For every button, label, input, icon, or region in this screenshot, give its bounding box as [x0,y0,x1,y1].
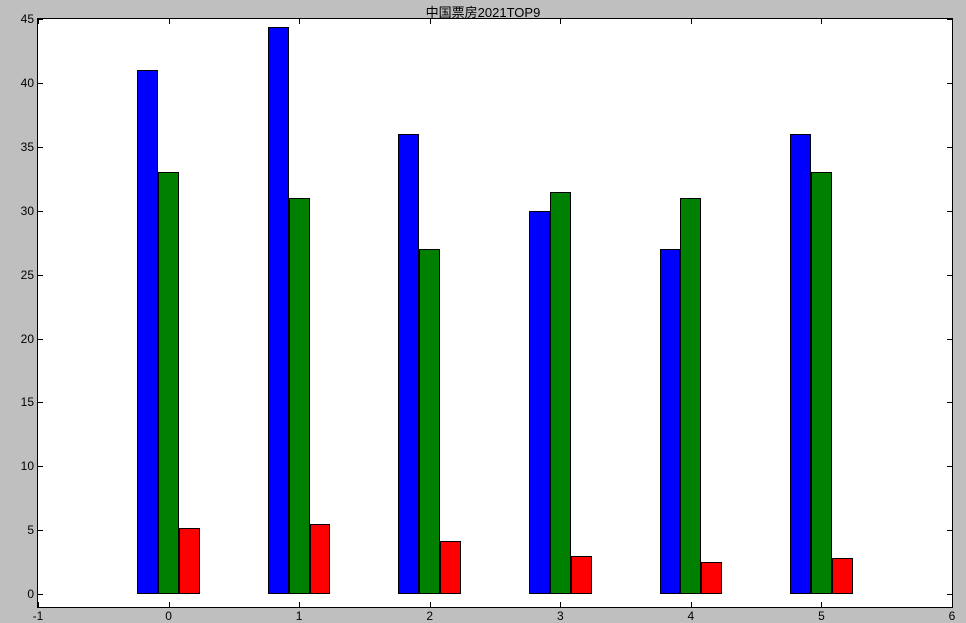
x-tick-label: 6 [949,609,956,623]
x-tick-label: 0 [165,609,172,623]
y-tick-mark [947,339,952,340]
x-tick-mark [691,602,692,607]
x-tick-mark [430,602,431,607]
y-tick-label: 5 [4,523,34,537]
bar-red [571,556,592,594]
bar-green [811,172,832,594]
bar-green [680,198,701,594]
bar-green [289,198,310,594]
x-tick-mark [169,602,170,607]
x-tick-mark [952,602,953,607]
y-tick-label: 35 [4,140,34,154]
y-tick-mark [38,211,43,212]
x-tick-mark [821,602,822,607]
bar-blue [790,134,811,594]
bar-blue [398,134,419,594]
y-tick-mark [38,83,43,84]
x-tick-mark [821,19,822,24]
bar-green [550,192,571,595]
x-tick-mark [299,602,300,607]
x-tick-mark [430,19,431,24]
bar-blue [268,27,289,595]
bar-blue [529,211,550,594]
y-tick-mark [947,402,952,403]
bar-red [440,541,461,595]
bar-red [310,524,331,594]
bar-red [832,558,853,594]
y-tick-label: 45 [4,12,34,26]
x-tick-mark [299,19,300,24]
plot-area [37,18,953,608]
bar-blue [660,249,681,594]
x-tick-label: 3 [557,609,564,623]
x-tick-mark [38,602,39,607]
bar-red [701,562,722,594]
x-tick-mark [560,602,561,607]
y-tick-mark [947,83,952,84]
y-tick-label: 15 [4,395,34,409]
y-tick-mark [38,339,43,340]
y-tick-mark [38,594,43,595]
x-tick-mark [691,19,692,24]
x-tick-label: 5 [818,609,825,623]
y-tick-mark [947,530,952,531]
y-tick-label: 30 [4,204,34,218]
bar-blue [137,70,158,594]
y-tick-mark [38,402,43,403]
x-tick-label: 2 [426,609,433,623]
bar-red [179,528,200,594]
y-tick-label: 40 [4,76,34,90]
x-tick-label: -1 [33,609,44,623]
x-tick-mark [560,19,561,24]
y-tick-label: 20 [4,332,34,346]
x-tick-mark [169,19,170,24]
y-tick-mark [947,147,952,148]
y-tick-mark [38,275,43,276]
y-tick-mark [947,275,952,276]
y-tick-label: 0 [4,587,34,601]
x-tick-mark [38,19,39,24]
y-tick-mark [38,147,43,148]
x-tick-label: 4 [688,609,695,623]
y-tick-label: 10 [4,459,34,473]
y-tick-mark [38,466,43,467]
y-tick-label: 25 [4,268,34,282]
y-tick-mark [947,466,952,467]
y-tick-mark [947,594,952,595]
bar-green [419,249,440,594]
x-tick-mark [952,19,953,24]
bar-green [158,172,179,594]
figure: 中国票房2021TOP9 051015202530354045-10123456 [0,0,966,623]
y-tick-mark [947,211,952,212]
y-tick-mark [38,530,43,531]
x-tick-label: 1 [296,609,303,623]
